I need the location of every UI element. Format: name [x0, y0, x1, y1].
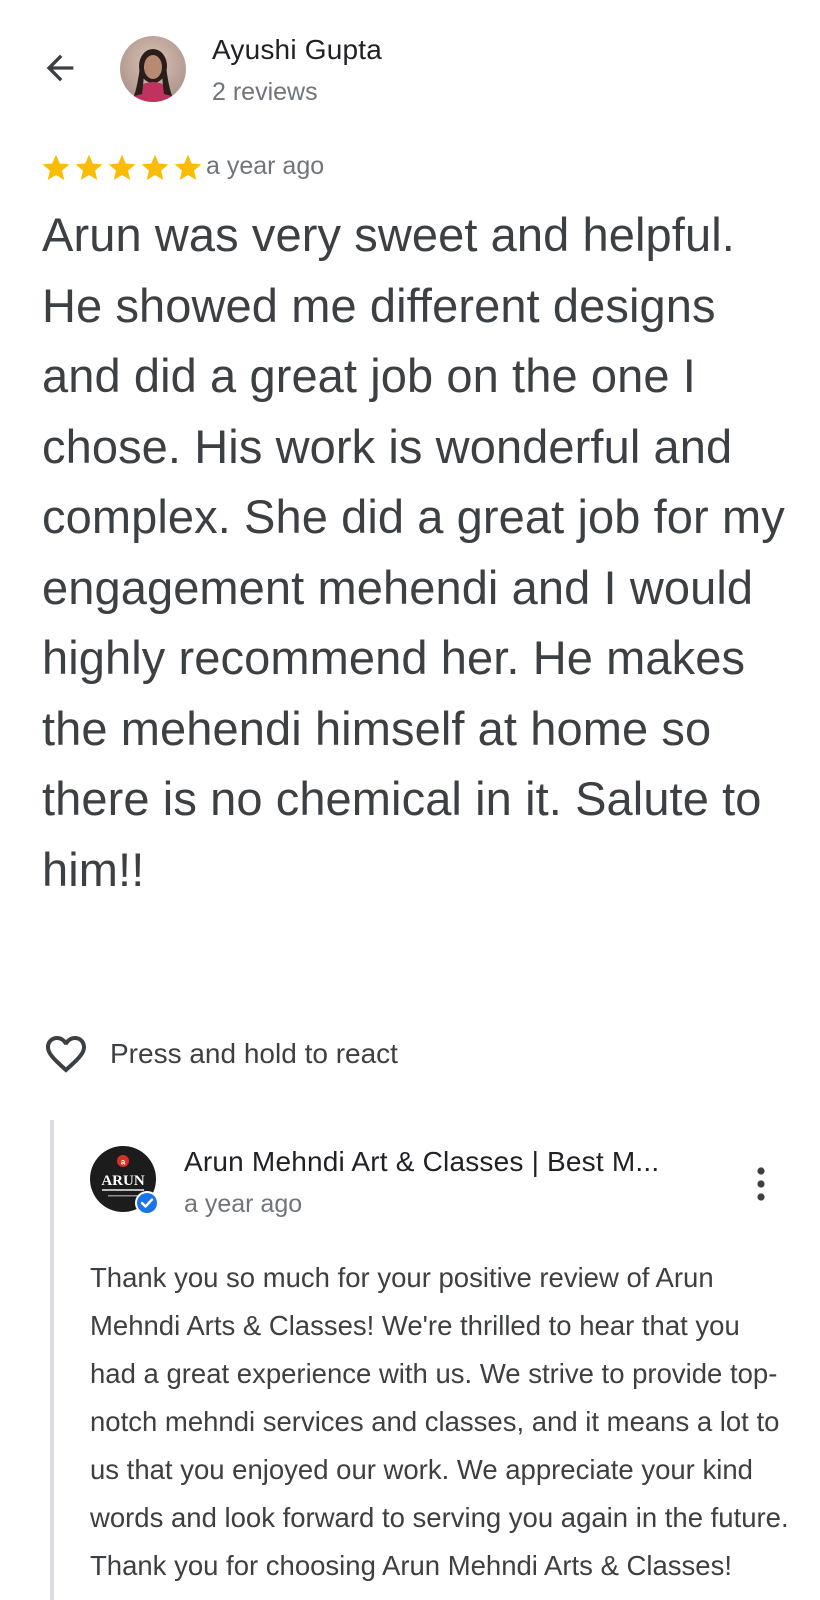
- more-vert-icon: [757, 1167, 765, 1201]
- star-icon: [108, 154, 136, 180]
- star-icon: [141, 154, 169, 180]
- svg-text:a: a: [121, 1158, 126, 1167]
- arrow-back-icon: [46, 54, 74, 82]
- star-icon: [75, 154, 103, 180]
- review-detail-page: Ayushi Gupta 2 reviews a year ago Arun w…: [0, 0, 820, 1600]
- verified-badge-icon: [135, 1191, 159, 1215]
- heart-outline-icon: [46, 1036, 86, 1073]
- reviewer-name[interactable]: Ayushi Gupta: [212, 34, 382, 66]
- star-rating: [40, 152, 204, 184]
- more-options-button[interactable]: [740, 1160, 782, 1208]
- react-button[interactable]: Press and hold to react: [42, 1030, 398, 1078]
- owner-reply-date: a year ago: [184, 1190, 303, 1218]
- react-label: Press and hold to react: [110, 1038, 398, 1069]
- owner-logo[interactable]: a ARUN: [90, 1146, 160, 1216]
- review-text: Arun was very sweet and helpful. He show…: [42, 208, 785, 896]
- star-icon: [42, 154, 70, 180]
- reply-indent-bar: [50, 1120, 54, 1600]
- reviewer-avatar[interactable]: [120, 36, 186, 102]
- owner-name[interactable]: Arun Mehndi Art & Classes | Best M...: [184, 1146, 659, 1178]
- review-date: a year ago: [206, 152, 325, 180]
- owner-logo-text: ARUN: [101, 1173, 144, 1189]
- reviewer-review-count: 2 reviews: [212, 78, 318, 106]
- back-button[interactable]: [36, 44, 84, 92]
- owner-reply-text: Thank you so much for your positive revi…: [90, 1262, 789, 1581]
- star-icon: [174, 154, 202, 180]
